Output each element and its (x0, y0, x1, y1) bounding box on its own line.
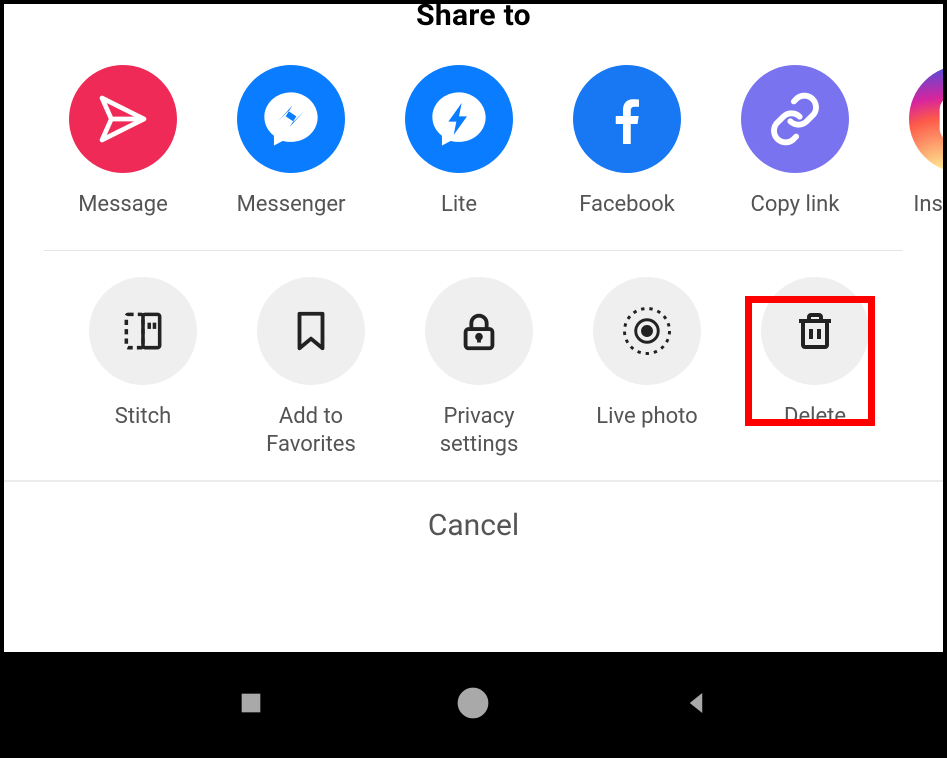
cancel-button[interactable]: Cancel (4, 508, 943, 543)
share-message[interactable]: Message (39, 65, 207, 220)
action-favorites[interactable]: Add to Favorites (227, 277, 395, 460)
divider (44, 250, 903, 251)
messenger-lite-icon (405, 65, 513, 173)
share-label: Copy link (751, 191, 840, 220)
action-label: Live photo (596, 403, 697, 432)
nav-back-icon[interactable] (681, 688, 711, 718)
action-label: Delete (784, 403, 846, 432)
share-label: Facebook (579, 191, 675, 220)
live-photo-icon (593, 277, 701, 385)
action-label: Privacy settings (440, 403, 519, 460)
stitch-icon (89, 277, 197, 385)
nav-home-icon[interactable] (455, 685, 491, 721)
share-targets-row: Message Messenger Lite Facebook Copy lin (4, 33, 943, 240)
share-label: Messenger (237, 191, 346, 220)
action-label: Stitch (115, 403, 171, 432)
share-facebook[interactable]: Facebook (543, 65, 711, 220)
nav-recents-icon[interactable] (237, 689, 265, 717)
copy-link-icon (741, 65, 849, 173)
facebook-icon (573, 65, 681, 173)
actions-row: Stitch Add to Favorites Privacy settings… (4, 261, 943, 480)
sheet-title: Share to (4, 0, 943, 33)
lock-icon (425, 277, 533, 385)
action-privacy[interactable]: Privacy settings (395, 277, 563, 460)
action-delete[interactable]: Delete (731, 277, 899, 460)
action-live-photo[interactable]: Live photo (563, 277, 731, 460)
message-icon (69, 65, 177, 173)
share-label: Message (78, 191, 168, 220)
share-label: Lite (441, 191, 477, 220)
trash-icon (761, 277, 869, 385)
share-sheet: Share to Message Messenger Lite Facebook (4, 4, 943, 658)
bookmark-icon (257, 277, 365, 385)
action-stitch[interactable]: Stitch (59, 277, 227, 460)
instagram-icon (909, 65, 943, 173)
share-messenger[interactable]: Messenger (207, 65, 375, 220)
share-copy-link[interactable]: Copy link (711, 65, 879, 220)
share-instagram[interactable]: Instagram (879, 65, 943, 220)
share-label: Instagram (913, 191, 943, 220)
messenger-icon (237, 65, 345, 173)
share-messenger-lite[interactable]: Lite (375, 65, 543, 220)
cancel-section: Cancel (4, 480, 943, 573)
action-label: Add to Favorites (266, 403, 356, 460)
android-navbar (4, 652, 943, 754)
